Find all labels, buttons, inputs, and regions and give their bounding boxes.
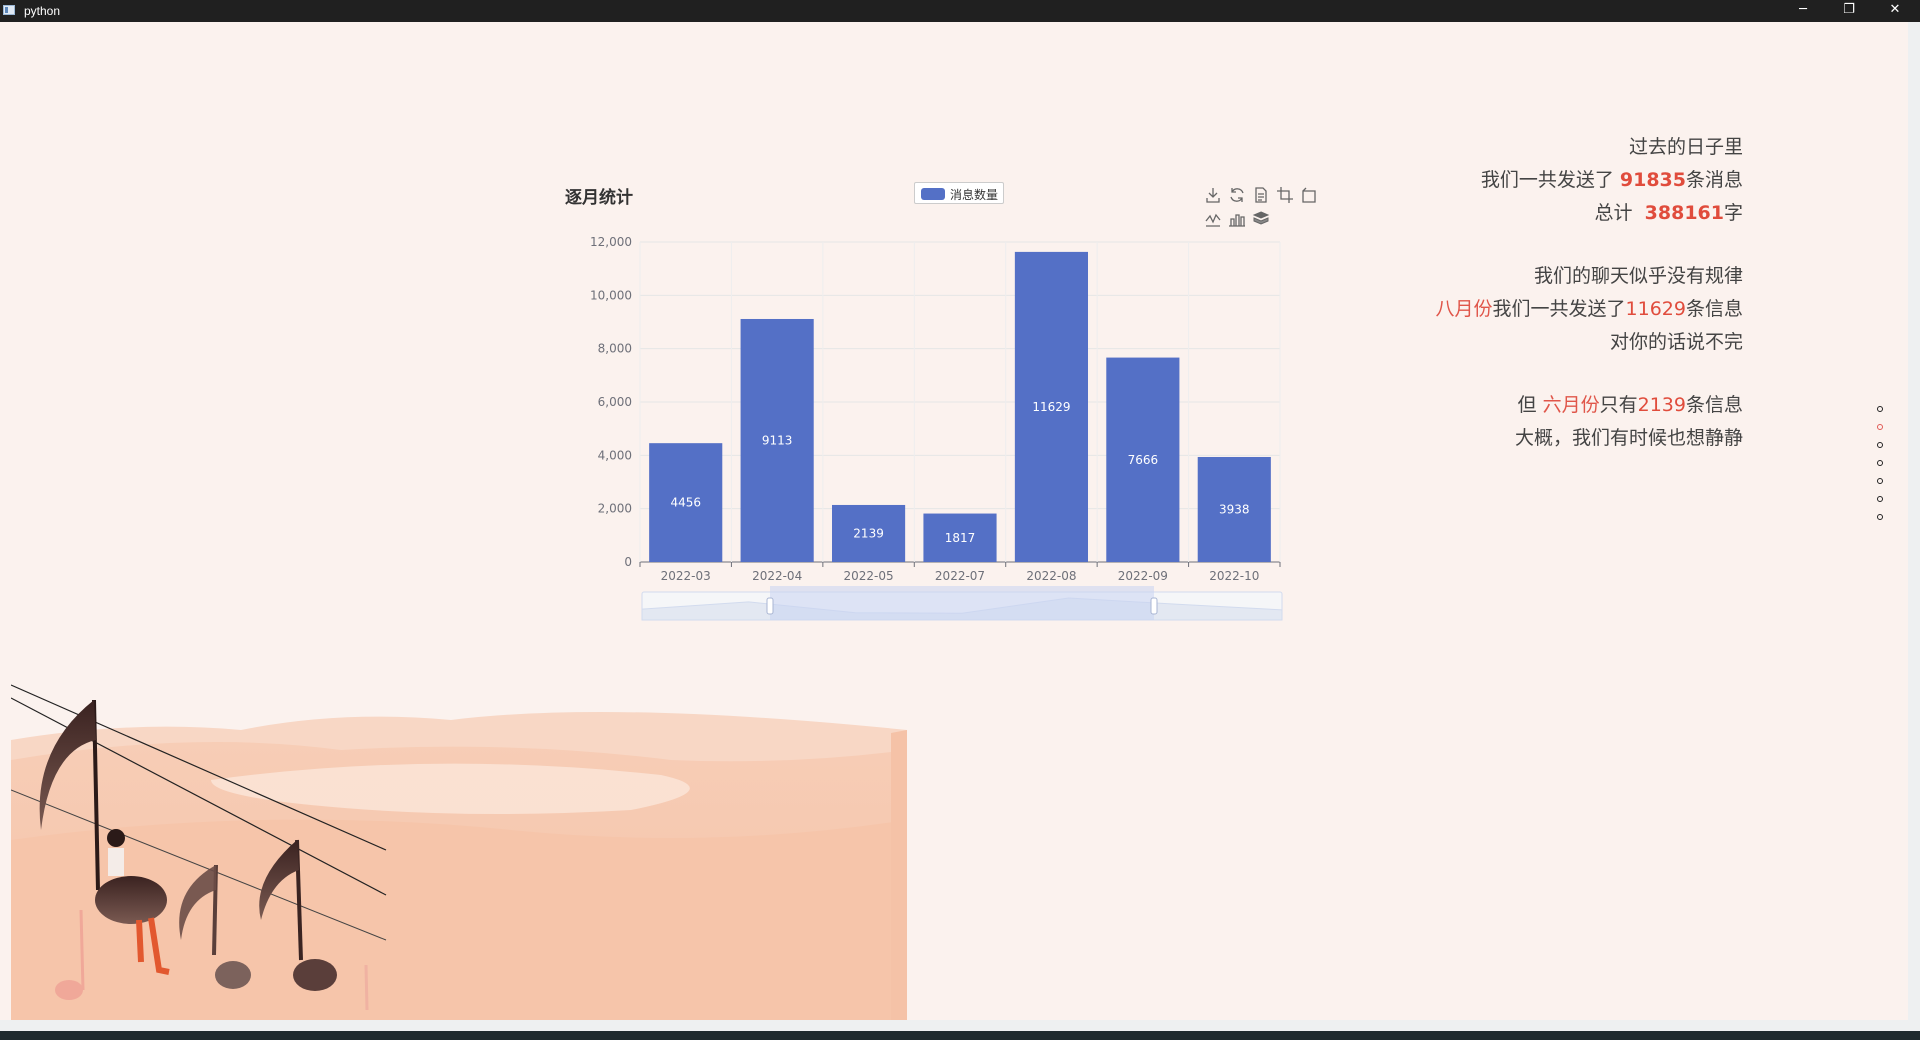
y-tick-label: 2,000 xyxy=(598,502,632,516)
y-tick-label: 12,000 xyxy=(590,235,632,249)
page-dot[interactable] xyxy=(1877,514,1883,520)
restore-icon: ❐ xyxy=(1843,2,1855,17)
x-tick-label: 2022-08 xyxy=(1026,569,1076,583)
bar-value-label: 7666 xyxy=(1128,453,1159,467)
legend-label: 消息数量 xyxy=(950,188,999,202)
y-tick-label: 6,000 xyxy=(598,395,632,409)
window-title: python xyxy=(24,4,61,18)
monthly-chart: 0 2,000 4,000 6,000 8,000 10,000 12,000 4456 202… xyxy=(560,170,1350,640)
data-zoom-handle[interactable] xyxy=(1150,597,1158,615)
story-line-4: 我们的聊天似乎没有规律 xyxy=(1533,265,1743,287)
bar-value-label: 4456 xyxy=(670,496,701,510)
desert-music-illustration xyxy=(11,684,907,1020)
story-text: 过去的日子里 我们一共发送了 91835条消息 总计 388161字 我们的聊天… xyxy=(1436,131,1744,455)
story-line-8: 大概，我们有时候也想静静 xyxy=(1514,427,1743,449)
bar-value-label: 11629 xyxy=(1032,400,1070,414)
x-tick-label: 2022-09 xyxy=(1118,569,1168,583)
bar-value-label: 3938 xyxy=(1219,502,1250,516)
chart-toolbox xyxy=(1204,186,1354,236)
line-chart-icon[interactable] xyxy=(1204,210,1222,228)
bar-value-label: 1817 xyxy=(945,531,976,545)
legend-item[interactable]: 消息数量 xyxy=(914,182,1004,204)
window-frame-bottom xyxy=(0,1020,1920,1031)
window-titlebar: python ─ ❐ ✕ xyxy=(0,0,1920,22)
zoom-reset-icon[interactable] xyxy=(1300,186,1318,204)
bar-value-label: 2139 xyxy=(853,526,884,540)
x-tick-label: 2022-05 xyxy=(844,569,894,583)
close-icon: ✕ xyxy=(1889,2,1901,17)
y-tick-label: 8,000 xyxy=(598,342,632,356)
x-tick-label: 2022-03 xyxy=(661,569,711,583)
zoom-icon[interactable] xyxy=(1276,186,1294,204)
window-frame-right xyxy=(1908,22,1920,1031)
story-line-2: 我们一共发送了 91835条消息 xyxy=(1480,169,1743,191)
story-line-1: 过去的日子里 xyxy=(1628,136,1743,158)
download-icon[interactable] xyxy=(1204,186,1222,204)
total-chars: 388161 xyxy=(1644,202,1724,224)
minimize-icon: ─ xyxy=(1799,2,1807,17)
total-messages: 91835 xyxy=(1619,169,1686,191)
x-tick-label: 2022-10 xyxy=(1209,569,1259,583)
story-line-6: 对你的话说不完 xyxy=(1609,331,1743,353)
page-dot[interactable] xyxy=(1877,424,1883,430)
y-tick-label: 0 xyxy=(624,555,632,569)
august-count: 11629 xyxy=(1625,298,1686,320)
y-tick-label: 4,000 xyxy=(598,448,632,462)
bar-chart-icon[interactable] xyxy=(1228,210,1246,228)
taskbar-edge xyxy=(0,1031,1920,1040)
page-dot[interactable] xyxy=(1877,496,1883,502)
y-tick-label: 10,000 xyxy=(590,288,632,302)
bar-value-label: 9113 xyxy=(762,433,793,447)
page-dot[interactable] xyxy=(1877,406,1883,412)
minimize-button[interactable]: ─ xyxy=(1780,0,1826,22)
x-tick-label: 2022-04 xyxy=(752,569,802,583)
story-line-5: 八月份我们一共发送了11629条信息 xyxy=(1435,298,1744,320)
restore-button[interactable]: ❐ xyxy=(1826,0,1872,22)
story-line-7: 但 六月份只有2139条信息 xyxy=(1517,394,1743,416)
app-icon xyxy=(3,5,15,15)
story-line-3: 总计 388161字 xyxy=(1594,202,1743,224)
data-view-icon[interactable] xyxy=(1252,186,1270,204)
june-count: 2139 xyxy=(1637,394,1686,416)
refresh-icon[interactable] xyxy=(1228,186,1246,204)
page-dot[interactable] xyxy=(1877,478,1883,484)
x-tick-label: 2022-07 xyxy=(935,569,985,583)
chart-title: 逐月统计 xyxy=(565,188,633,208)
stack-icon[interactable] xyxy=(1252,210,1270,228)
legend-swatch xyxy=(921,188,945,200)
page-dot[interactable] xyxy=(1877,442,1883,448)
close-button[interactable]: ✕ xyxy=(1872,0,1918,22)
page-dot[interactable] xyxy=(1877,460,1883,466)
chart-plot: 0 2,000 4,000 6,000 8,000 10,000 12,000 4456 202… xyxy=(590,235,1283,621)
window-frame-left xyxy=(0,22,11,1031)
